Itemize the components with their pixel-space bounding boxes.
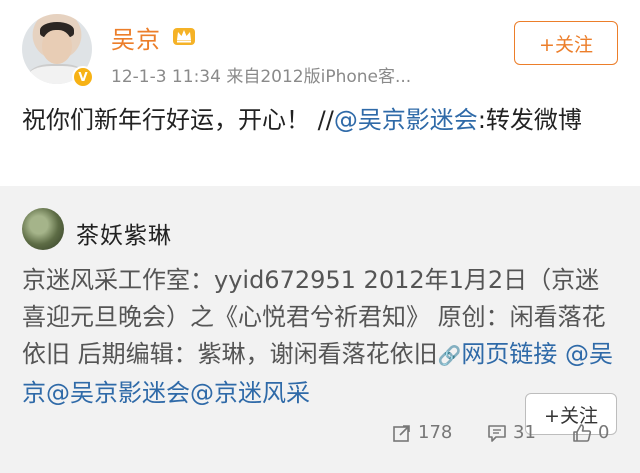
link-icon: 🔗 [437,345,462,367]
post-meta: 12-1-3 11:34 来自2012版iPhone客... [111,67,412,87]
post-text-suffix: :转发微博 [477,106,582,134]
reposted-card[interactable]: 茶妖紫琳 +关注 京迷风采工作室：yyid672951 2012年1月2日（京迷… [0,186,640,473]
repost-user-avatar[interactable] [22,208,64,250]
repost-text: 京迷风采工作室：yyid672951 2012年1月2日（京迷喜迎元旦晚会）之《… [22,262,622,412]
like-count: 0 [598,422,610,443]
share-count: 178 [418,422,453,443]
post-username[interactable]: 吴京 [111,20,161,55]
thumbs-up-icon [573,423,592,442]
comment-count: 31 [513,422,536,443]
share-icon [393,424,410,442]
crown-icon [173,28,195,45]
like-button[interactable]: 0 [572,422,609,443]
post-text-prefix: 祝你们新年行好运，开心！ // [22,106,334,134]
verified-badge-icon: V [72,66,94,88]
action-bar: 178 31 0 [0,422,640,452]
follow-button[interactable]: +关注 [514,21,618,65]
web-link[interactable]: 网页链接 [461,340,557,368]
mention-link[interactable]: @吴京影迷会 [334,106,478,134]
share-button[interactable]: 178 [392,422,452,443]
comment-button[interactable]: 31 [487,422,536,443]
post-text: 祝你们新年行好运，开心！ //@吴京影迷会:转发微博 [22,102,622,139]
repost-username[interactable]: 茶妖紫琳 [76,216,172,250]
comment-icon [488,424,506,442]
weibo-post: V 吴京 12-1-3 11:34 来自2012版iPhone客... +关注 … [0,0,640,186]
